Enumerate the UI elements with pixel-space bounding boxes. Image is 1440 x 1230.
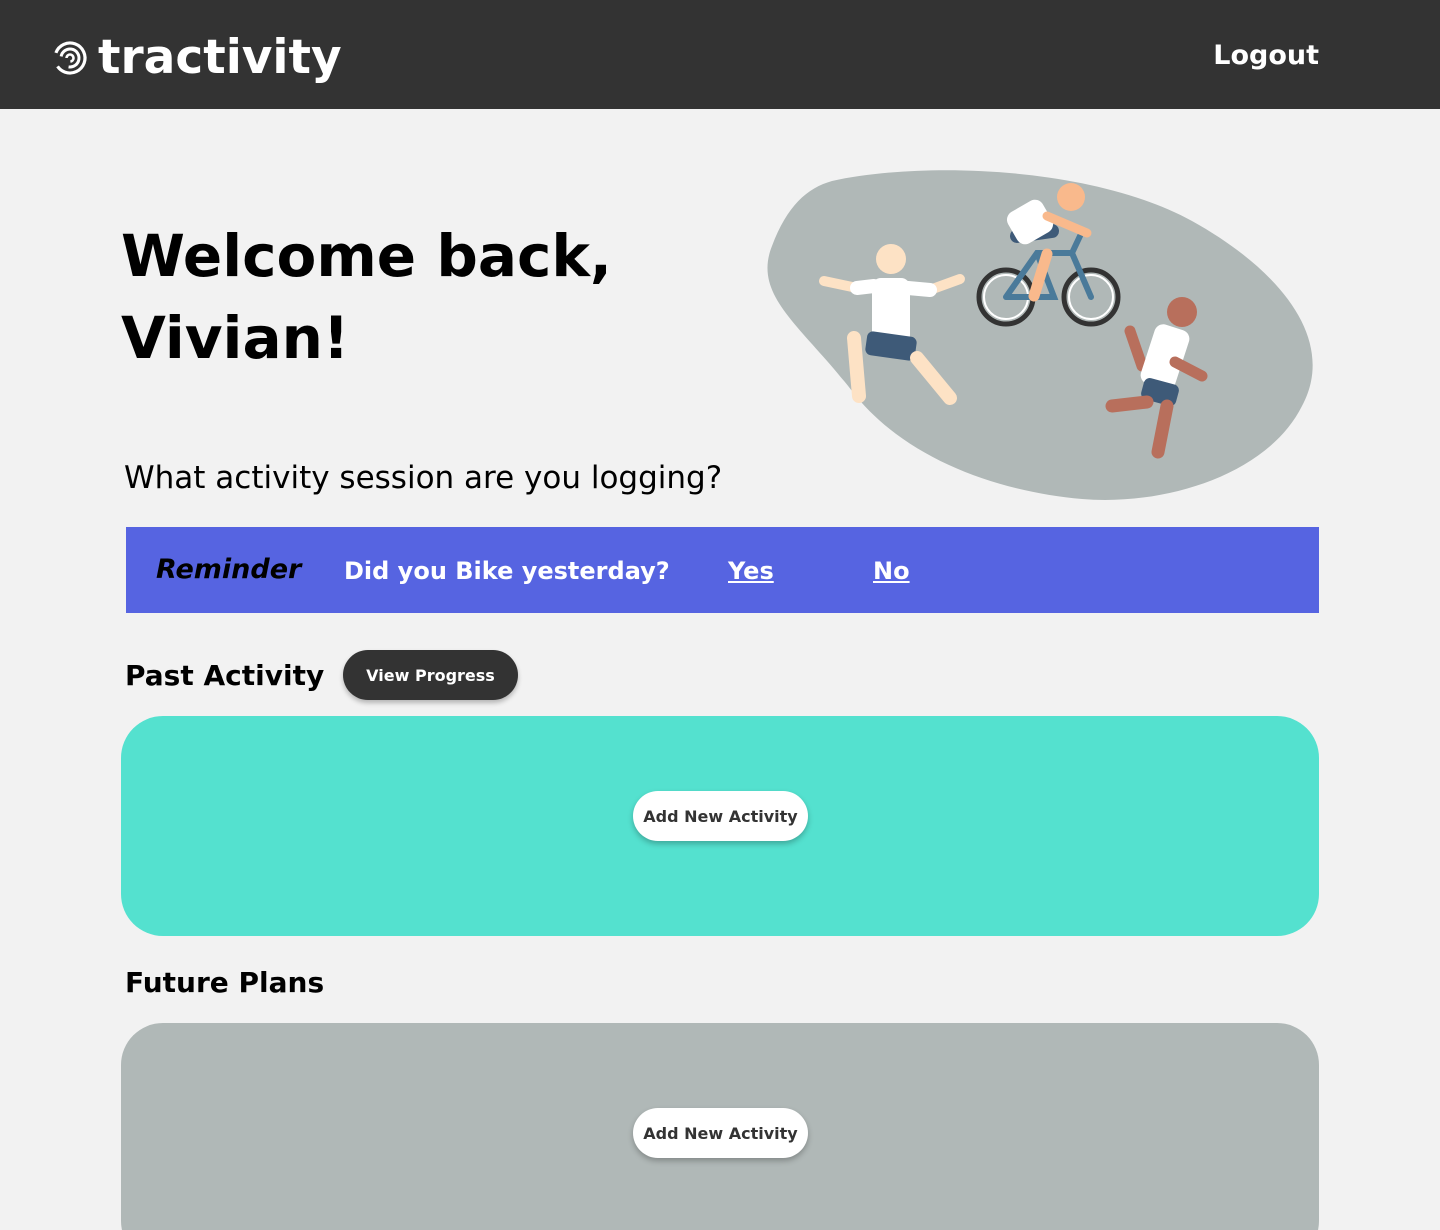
reminder-tag: Reminder: [156, 554, 302, 585]
welcome-line-1: Welcome back,: [121, 222, 612, 290]
brand-name: tractivity: [98, 30, 342, 85]
past-activity-panel: Add New Activity: [121, 716, 1319, 936]
reminder-no-link[interactable]: No: [873, 553, 910, 589]
top-navigation-bar: tractivity Logout: [0, 0, 1440, 109]
logout-link[interactable]: Logout: [1213, 36, 1319, 76]
future-plans-title: Future Plans: [125, 966, 325, 999]
welcome-heading: Welcome back, Vivian!: [121, 215, 681, 379]
activity-question: What activity session are you logging?: [124, 460, 723, 496]
add-future-activity-button[interactable]: Add New Activity: [633, 1108, 808, 1158]
welcome-user-name: Vivian!: [121, 304, 350, 372]
reminder-banner: Reminder Did you Bike yesterday? Yes No: [126, 527, 1319, 613]
reminder-yes-link[interactable]: Yes: [728, 553, 774, 589]
future-plans-panel: Add New Activity: [121, 1023, 1319, 1230]
view-progress-button[interactable]: View Progress: [343, 650, 518, 700]
add-past-activity-button[interactable]: Add New Activity: [633, 791, 808, 841]
past-activity-title: Past Activity: [125, 659, 325, 692]
athletes-illustration: [767, 170, 1313, 500]
spiral-logo-icon: [53, 41, 87, 75]
brand-logo[interactable]: tractivity: [52, 30, 342, 86]
reminder-message: Did you Bike yesterday?: [344, 557, 670, 585]
